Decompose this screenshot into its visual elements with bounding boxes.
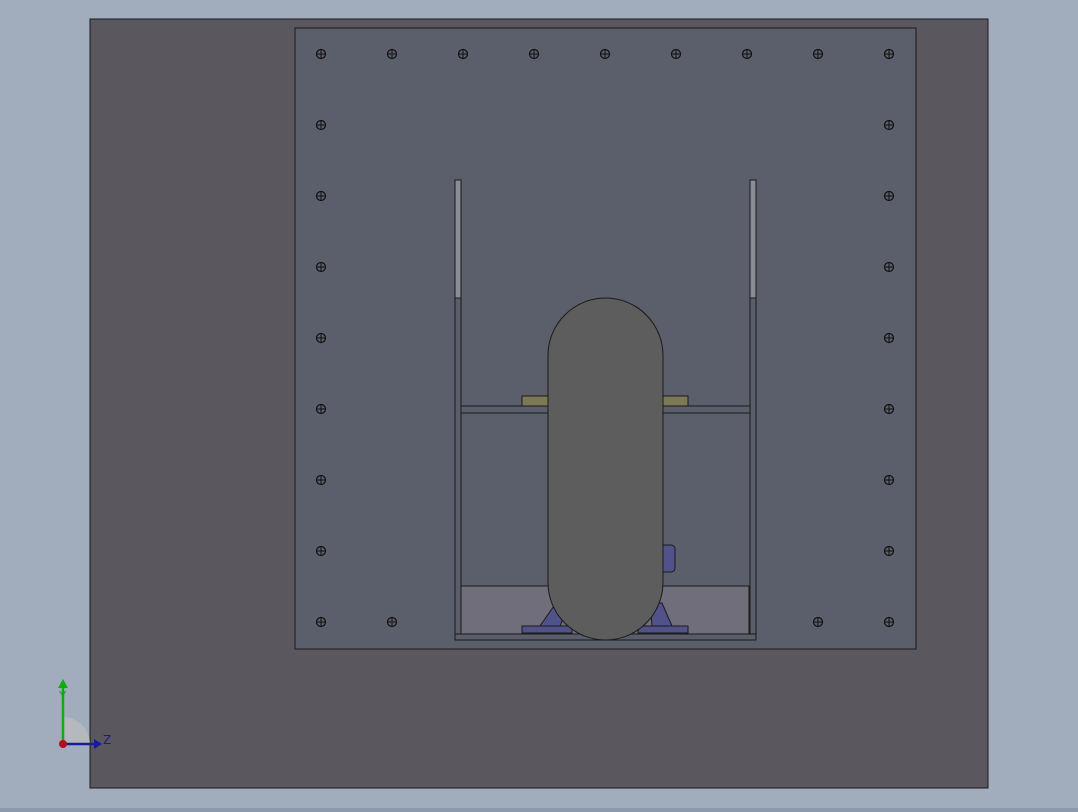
x-axis-dot-icon xyxy=(59,740,67,748)
pressure-tank[interactable] xyxy=(547,297,664,641)
fastener-screw-icon[interactable] xyxy=(883,261,895,273)
fastener-screw-icon[interactable] xyxy=(883,48,895,60)
fastener-screw-icon[interactable] xyxy=(315,48,327,60)
fastener-screw-icon[interactable] xyxy=(883,545,895,557)
left-post[interactable] xyxy=(454,297,462,641)
fastener-screw-icon[interactable] xyxy=(386,48,398,60)
cad-graphics-viewport[interactable]: Y Z xyxy=(0,0,1078,808)
y-axis-arrow-icon xyxy=(58,679,68,688)
fastener-screw-icon[interactable] xyxy=(528,48,540,60)
fastener-screw-icon[interactable] xyxy=(315,545,327,557)
z-axis-label: Z xyxy=(103,733,111,747)
foot-plate-left[interactable] xyxy=(521,625,573,634)
fastener-screw-icon[interactable] xyxy=(315,190,327,202)
fastener-screw-icon[interactable] xyxy=(315,474,327,486)
right-post[interactable] xyxy=(749,297,757,641)
fastener-screw-icon[interactable] xyxy=(670,48,682,60)
fastener-screw-icon[interactable] xyxy=(812,616,824,628)
y-axis-label: Y xyxy=(58,689,67,703)
fastener-screw-icon[interactable] xyxy=(812,48,824,60)
fastener-screw-icon[interactable] xyxy=(457,48,469,60)
fastener-screw-icon[interactable] xyxy=(883,403,895,415)
fastener-screw-icon[interactable] xyxy=(883,616,895,628)
fastener-screw-icon[interactable] xyxy=(386,616,398,628)
fastener-screw-icon[interactable] xyxy=(741,48,753,60)
fastener-screw-icon[interactable] xyxy=(883,190,895,202)
support-bar-right[interactable] xyxy=(660,395,689,407)
fastener-screw-icon[interactable] xyxy=(315,403,327,415)
support-bar-left[interactable] xyxy=(521,395,550,407)
left-post-upper[interactable] xyxy=(454,179,462,299)
triad-plane-indicator xyxy=(63,717,90,744)
fastener-screw-icon[interactable] xyxy=(599,48,611,60)
foot-plate-right[interactable] xyxy=(637,625,689,634)
cad-scene[interactable]: Y Z xyxy=(0,0,1078,808)
fastener-screw-icon[interactable] xyxy=(315,261,327,273)
fastener-screw-icon[interactable] xyxy=(883,119,895,131)
fastener-screw-icon[interactable] xyxy=(883,332,895,344)
fastener-screw-icon[interactable] xyxy=(315,616,327,628)
fastener-screw-icon[interactable] xyxy=(315,119,327,131)
fastener-screw-icon[interactable] xyxy=(315,332,327,344)
right-post-upper[interactable] xyxy=(749,179,757,299)
fastener-screw-icon[interactable] xyxy=(883,474,895,486)
